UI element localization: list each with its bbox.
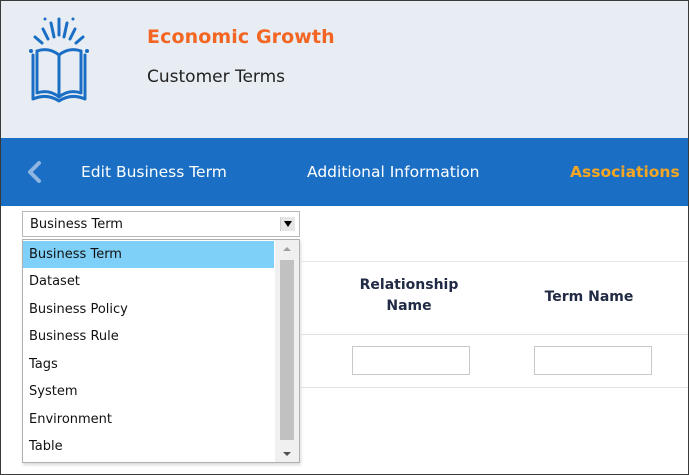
dropdown-arrow-icon[interactable] (280, 217, 295, 231)
tab-associations[interactable]: Associations (570, 163, 680, 181)
table-divider (300, 261, 688, 262)
scroll-up-icon[interactable] (282, 246, 292, 252)
option-environment[interactable]: Environment (23, 406, 274, 433)
relationship-name-filter-input[interactable] (352, 346, 470, 375)
option-dataset[interactable]: Dataset (23, 268, 274, 295)
option-business-rule[interactable]: Business Rule (23, 323, 274, 350)
term-name-filter-input[interactable] (534, 346, 652, 375)
scroll-down-icon[interactable] (282, 451, 292, 457)
column-header-term-name: Term Name (544, 289, 634, 305)
scrollbar-thumb[interactable] (280, 260, 294, 440)
type-select-options: Business Term Dataset Business Policy Bu… (22, 239, 300, 463)
option-system[interactable]: System (23, 378, 274, 405)
type-select-value: Business Term (30, 217, 123, 232)
app-header: Economic Growth Customer Terms (1, 1, 688, 138)
app-title: Economic Growth (147, 26, 335, 48)
option-business-policy[interactable]: Business Policy (23, 296, 274, 323)
open-book-icon (29, 17, 89, 103)
dropdown-scrollbar[interactable] (275, 240, 299, 462)
table-header-divider (300, 334, 688, 335)
option-table[interactable]: Table (23, 433, 274, 460)
column-header-relationship-name: Relationship Name (359, 277, 459, 314)
option-business-term[interactable]: Business Term (23, 241, 274, 268)
option-tags[interactable]: Tags (23, 351, 274, 378)
app-window: Economic Growth Customer Terms Edit Busi… (0, 0, 689, 475)
type-select[interactable]: Business Term (22, 211, 300, 237)
tab-bar: Edit Business Term Additional Informatio… (1, 138, 688, 206)
filter-row-divider (300, 387, 688, 388)
tab-additional-information[interactable]: Additional Information (307, 163, 479, 181)
chevron-left-icon[interactable] (25, 160, 45, 184)
page-subtitle: Customer Terms (147, 67, 286, 87)
tab-edit-business-term[interactable]: Edit Business Term (81, 163, 227, 181)
